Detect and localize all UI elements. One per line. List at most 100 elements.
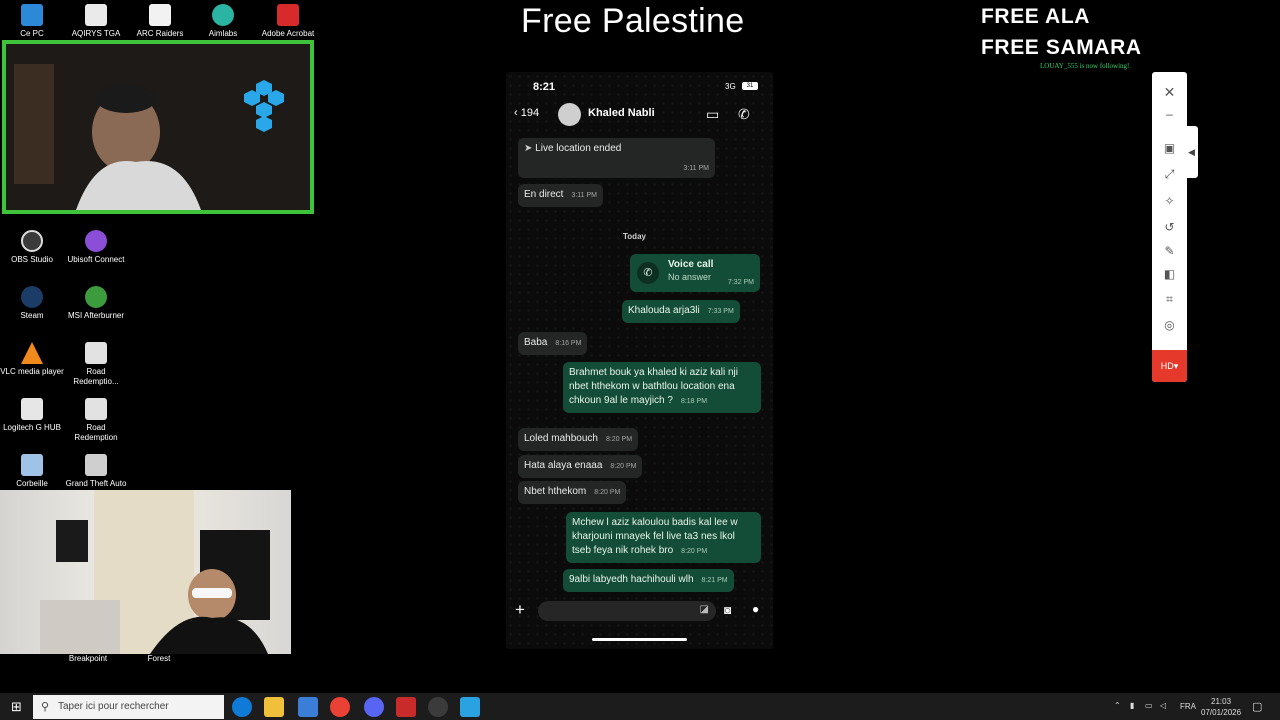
desktop-icon-label: Road Redemptio... (73, 367, 119, 386)
overlay-free-line-1: FREE ALA (981, 5, 1091, 28)
app-icon[interactable] (396, 697, 416, 717)
toolbar-collapse-tab[interactable]: ◀ (1185, 126, 1198, 178)
video-call-icon[interactable]: ▭ (706, 106, 719, 123)
screenshot-toolbar: ✕ – ▣ ⤢ ✧ ↺ ✎ ◧ ⌗ ◎ (1152, 72, 1187, 382)
desktop-icon-label: Ce PC (20, 29, 44, 38)
desktop-icon-gta[interactable]: Grand Theft Auto (64, 454, 128, 489)
desktop-icon-msi[interactable]: MSI Afterburner (64, 286, 128, 321)
message-bubble-out[interactable]: 9albi labyedh hachihouli wlh 8:21 PM (563, 569, 734, 592)
message-time: 7:33 PM (707, 308, 734, 315)
taskbar-search[interactable]: ⚲ Taper ici pour rechercher (33, 695, 224, 719)
desktop-icon-label: Steam (20, 311, 44, 320)
ubisoft-icon (85, 230, 107, 252)
desktop-icon-label: Ubisoft Connect (67, 255, 125, 264)
desktop-icon-label: Adobe Acrobat (261, 29, 315, 38)
notification-icon[interactable]: ▢ (1252, 700, 1262, 713)
network-indicator: 3G (725, 82, 736, 91)
chat-header: ‹ 194 Khaled Nabli ▭ ✆ (506, 100, 773, 130)
contact-name[interactable]: Khaled Nabli (588, 107, 655, 119)
desktop-icon-aqirys[interactable]: AQIRYS TGA (64, 4, 128, 39)
voice-call-bubble[interactable]: ✆ Voice call No answer 7:32 PM (630, 254, 760, 292)
language-indicator[interactable]: FRA (1180, 702, 1196, 711)
message-text: Live location ended (535, 143, 622, 154)
desktop-icon-label: Logitech G HUB (3, 423, 61, 432)
message-bubble-out[interactable]: Brahmet bouk ya khaled ki aziz kali nji … (563, 362, 761, 413)
desktop-icon-label: MSI Afterburner (67, 311, 125, 320)
desktop-icon-road-redemption-2[interactable]: Road Redemption (64, 398, 128, 443)
message-bubble-in[interactable]: En direct 3:11 PM (518, 184, 604, 207)
message-time: 8:18 PM (680, 398, 708, 405)
message-bubble-out[interactable]: Mchew l aziz kaloulou badis kal lee w kh… (566, 512, 761, 563)
message-time: 8:20 PM (610, 463, 637, 470)
file-explorer-icon[interactable] (264, 697, 284, 717)
desktop-icon-arc-raiders[interactable]: ARC Raiders (128, 4, 192, 39)
edge-icon[interactable] (232, 697, 252, 717)
crop-icon[interactable]: ⌗ (1152, 292, 1187, 307)
desktop-icon-recycle-bin[interactable]: Corbeille (0, 454, 64, 489)
store-icon[interactable] (298, 697, 318, 717)
screen-capture-icon[interactable]: ▣ (1152, 141, 1187, 155)
desktop-icon-aimlabs[interactable]: Aimlabs (191, 4, 255, 39)
back-button[interactable]: ‹ 194 (514, 107, 539, 119)
desktop-icon-ce-pc[interactable]: Ce PC (0, 4, 64, 39)
record-icon[interactable]: ◎ (1152, 318, 1187, 332)
hd-label: HD (1160, 361, 1174, 371)
acrobat-icon (277, 4, 299, 26)
avatar[interactable] (558, 103, 581, 126)
clock-date[interactable]: 07/01/2026 (1201, 708, 1241, 717)
obs-icon[interactable] (428, 697, 448, 717)
microphone-icon[interactable]: ▮ (1130, 701, 1134, 710)
chrome-icon[interactable] (330, 697, 350, 717)
desktop-icon-vlc[interactable]: VLC media player (0, 342, 64, 377)
network-icon[interactable]: ▭ (1145, 701, 1153, 710)
close-icon[interactable]: ✕ (1152, 84, 1187, 101)
volume-icon[interactable]: ◁ (1160, 701, 1166, 710)
plus-icon[interactable]: + (515, 600, 525, 620)
undo-icon[interactable]: ↺ (1152, 220, 1187, 234)
message-input[interactable]: ◪ (538, 601, 716, 621)
desktop-icon-road-redemption-1[interactable]: Road Redemptio... (64, 342, 128, 387)
desktop-icon-forest[interactable]: Forest (127, 654, 191, 664)
expand-icon[interactable]: ⤢ (1152, 167, 1187, 182)
message-bubble-in[interactable]: Nbet hthekom 8:20 PM (518, 481, 627, 504)
desktop-icon-steam[interactable]: Steam (0, 286, 64, 321)
desktop-icon-label: Aimlabs (208, 29, 238, 38)
desktop-icon-obs[interactable]: OBS Studio (0, 230, 64, 265)
phone-status-bar: 8:21 3G 31 (506, 72, 773, 100)
aimlabs-icon (212, 4, 234, 26)
tray-expand-icon[interactable]: ⌃ (1114, 701, 1121, 710)
desktop-icon-ubisoft[interactable]: Ubisoft Connect (64, 230, 128, 265)
obs-icon (21, 230, 43, 252)
message-time: 7:32 PM (727, 279, 754, 286)
message-bubble-out[interactable]: Khalouda arja3li 7:33 PM (622, 300, 740, 323)
windows-start-icon[interactable]: ⊞ (11, 699, 22, 715)
home-indicator (592, 638, 687, 641)
pin-icon[interactable]: ✧ (1152, 194, 1187, 208)
desktop-icon-breakpoint[interactable]: Breakpoint (56, 654, 120, 664)
minimize-icon[interactable]: – (1152, 107, 1187, 121)
message-bubble-in[interactable]: Hata alaya enaaa 8:20 PM (518, 455, 643, 478)
clock-time[interactable]: 21:03 (1211, 697, 1231, 706)
message-text: 9albi labyedh hachihouli wlh (569, 574, 694, 585)
message-text: Brahmet bouk ya khaled ki aziz kali nji … (569, 367, 738, 406)
message-bubble-in[interactable]: ➤ Live location ended 3:11 PM (518, 138, 715, 178)
window-icon[interactable]: ◧ (1152, 267, 1187, 281)
sticker-icon[interactable]: ◪ (700, 604, 709, 615)
taskbar: ⊞ ⚲ Taper ici pour rechercher ⌃ ▮ ▭ ◁ FR… (0, 693, 1280, 720)
gta-icon (85, 454, 107, 476)
message-bubble-in[interactable]: Baba 8:16 PM (518, 332, 588, 355)
message-time: 8:20 PM (605, 436, 633, 443)
message-text: Loled mahbouch (524, 433, 598, 444)
hd-button[interactable]: HD▾ (1152, 350, 1187, 382)
camera-icon[interactable]: ◙ (724, 603, 731, 617)
message-text: Baba (524, 337, 548, 348)
pen-icon[interactable]: ✎ (1152, 244, 1187, 258)
phone-call-icon[interactable]: ✆ (738, 106, 750, 123)
discord-icon[interactable] (364, 697, 384, 717)
desktop-icon-logitech[interactable]: Logitech G HUB (0, 398, 64, 433)
message-text: Nbet hthekom (524, 486, 587, 497)
message-bubble-in[interactable]: Loled mahbouch 8:20 PM (518, 428, 639, 451)
microphone-icon[interactable]: ● (752, 602, 759, 616)
desktop-icon-adobe-acrobat[interactable]: Adobe Acrobat (256, 4, 320, 39)
screenshot-app-icon[interactable] (460, 697, 480, 717)
